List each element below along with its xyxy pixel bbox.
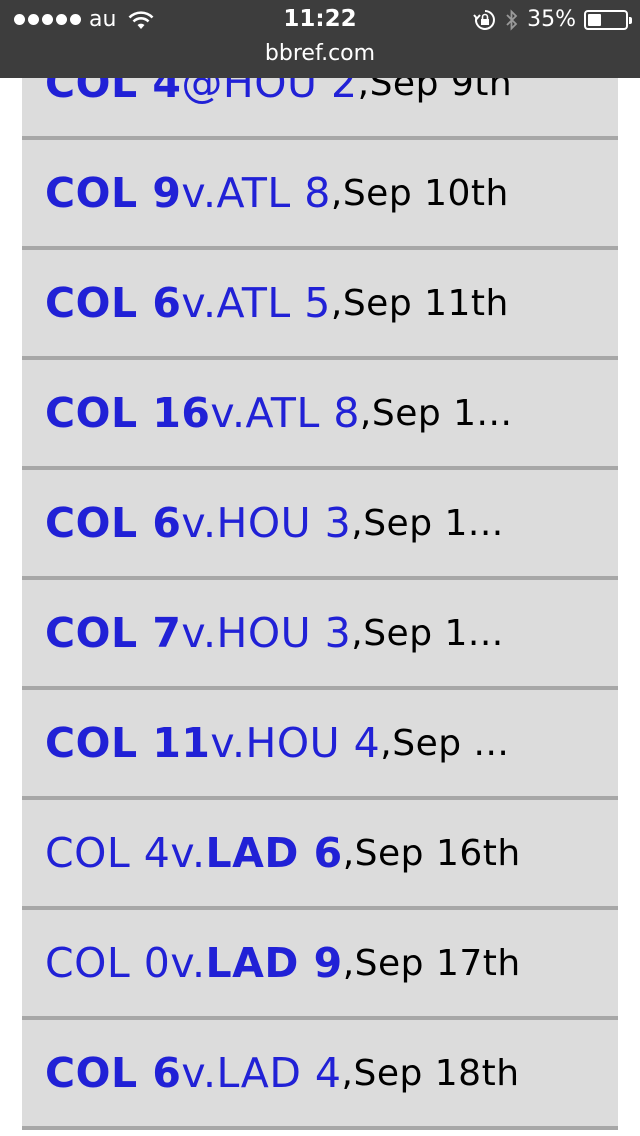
matchup-separator[interactable]: v. [181, 169, 216, 217]
comma-separator: , [351, 502, 364, 544]
game-list: COL 4 @ HOU 2, Sep 9th COL 9 v. ATL 8, Se… [22, 30, 618, 1130]
game-row[interactable]: COL 6 v. HOU 3, Sep 1... [22, 470, 618, 580]
address-bar[interactable]: bbref.com [0, 40, 640, 68]
status-bar: au 11:22 35% bbref.com [0, 0, 640, 78]
matchup-separator[interactable]: v. [170, 829, 205, 877]
team2-score-link[interactable]: ATL 8 [217, 169, 331, 217]
game-date: Sep 10th [342, 172, 509, 214]
comma-separator: , [351, 612, 364, 654]
matchup-separator[interactable]: v. [181, 609, 216, 657]
status-right-group: 35% [473, 7, 632, 32]
comma-separator: , [359, 392, 372, 434]
team2-score-link[interactable]: LAD 6 [206, 829, 343, 877]
game-date: Sep ... [392, 722, 510, 764]
team1-score-link[interactable]: COL 11 [45, 719, 210, 767]
game-row[interactable]: COL 0 v. LAD 9, Sep 17th [22, 910, 618, 1020]
game-row[interactable]: COL 6 v. LAD 4, Sep 18th [22, 1020, 618, 1130]
game-row[interactable]: COL 16 v. ATL 8, Sep 1... [22, 360, 618, 470]
comma-separator: , [380, 722, 393, 764]
game-row[interactable]: COL 6 v. ATL 5, Sep 11th [22, 250, 618, 360]
team1-score-link[interactable]: COL 0 [45, 939, 170, 987]
status-bar-top: au 11:22 35% [0, 0, 640, 40]
matchup-separator[interactable]: v. [181, 499, 216, 547]
battery-icon [584, 9, 632, 30]
team1-score-link[interactable]: COL 6 [45, 1049, 181, 1097]
team2-score-link[interactable]: HOU 3 [217, 499, 352, 547]
page: COL 4 @ HOU 2, Sep 9th COL 9 v. ATL 8, Se… [0, 0, 640, 1136]
matchup-separator[interactable]: v. [181, 279, 216, 327]
game-date: Sep 1... [363, 502, 504, 544]
orientation-lock-icon [473, 9, 496, 30]
team1-score-link[interactable]: COL 6 [45, 499, 181, 547]
battery-level-fill [588, 13, 601, 26]
game-row[interactable]: COL 11 v. HOU 4, Sep ... [22, 690, 618, 800]
comma-separator: , [342, 832, 355, 874]
team2-score-link[interactable]: ATL 5 [217, 279, 331, 327]
team2-score-link[interactable]: LAD 9 [206, 939, 343, 987]
team1-score-link[interactable]: COL 6 [45, 279, 181, 327]
team1-score-link[interactable]: COL 9 [45, 169, 181, 217]
game-date: Sep 1... [371, 392, 513, 434]
team1-score-link[interactable]: COL 4 [45, 829, 170, 877]
team1-score-link[interactable]: COL 16 [45, 389, 210, 437]
battery-percent: 35% [527, 7, 576, 32]
game-row[interactable]: COL 9 v. ATL 8, Sep 10th [22, 140, 618, 250]
game-row[interactable]: COL 7 v. HOU 3, Sep 1... [22, 580, 618, 690]
matchup-separator[interactable]: v. [210, 719, 245, 767]
matchup-separator[interactable]: v. [210, 389, 245, 437]
team2-score-link[interactable]: HOU 3 [217, 609, 352, 657]
team2-score-link[interactable]: HOU 4 [246, 719, 381, 767]
game-date: Sep 18th [353, 1052, 520, 1094]
comma-separator: , [341, 1052, 354, 1094]
team2-score-link[interactable]: ATL 8 [246, 389, 360, 437]
game-row[interactable]: COL 4 v. LAD 6, Sep 16th [22, 800, 618, 910]
comma-separator: , [342, 942, 355, 984]
game-date: Sep 1... [363, 612, 504, 654]
matchup-separator[interactable]: v. [181, 1049, 216, 1097]
matchup-separator[interactable]: v. [170, 939, 205, 987]
comma-separator: , [330, 282, 343, 324]
bluetooth-icon [506, 8, 518, 31]
team2-score-link[interactable]: LAD 4 [217, 1049, 342, 1097]
game-date: Sep 11th [342, 282, 509, 324]
game-date: Sep 17th [354, 942, 521, 984]
team1-score-link[interactable]: COL 7 [45, 609, 181, 657]
game-date: Sep 16th [354, 832, 521, 874]
comma-separator: , [330, 172, 343, 214]
